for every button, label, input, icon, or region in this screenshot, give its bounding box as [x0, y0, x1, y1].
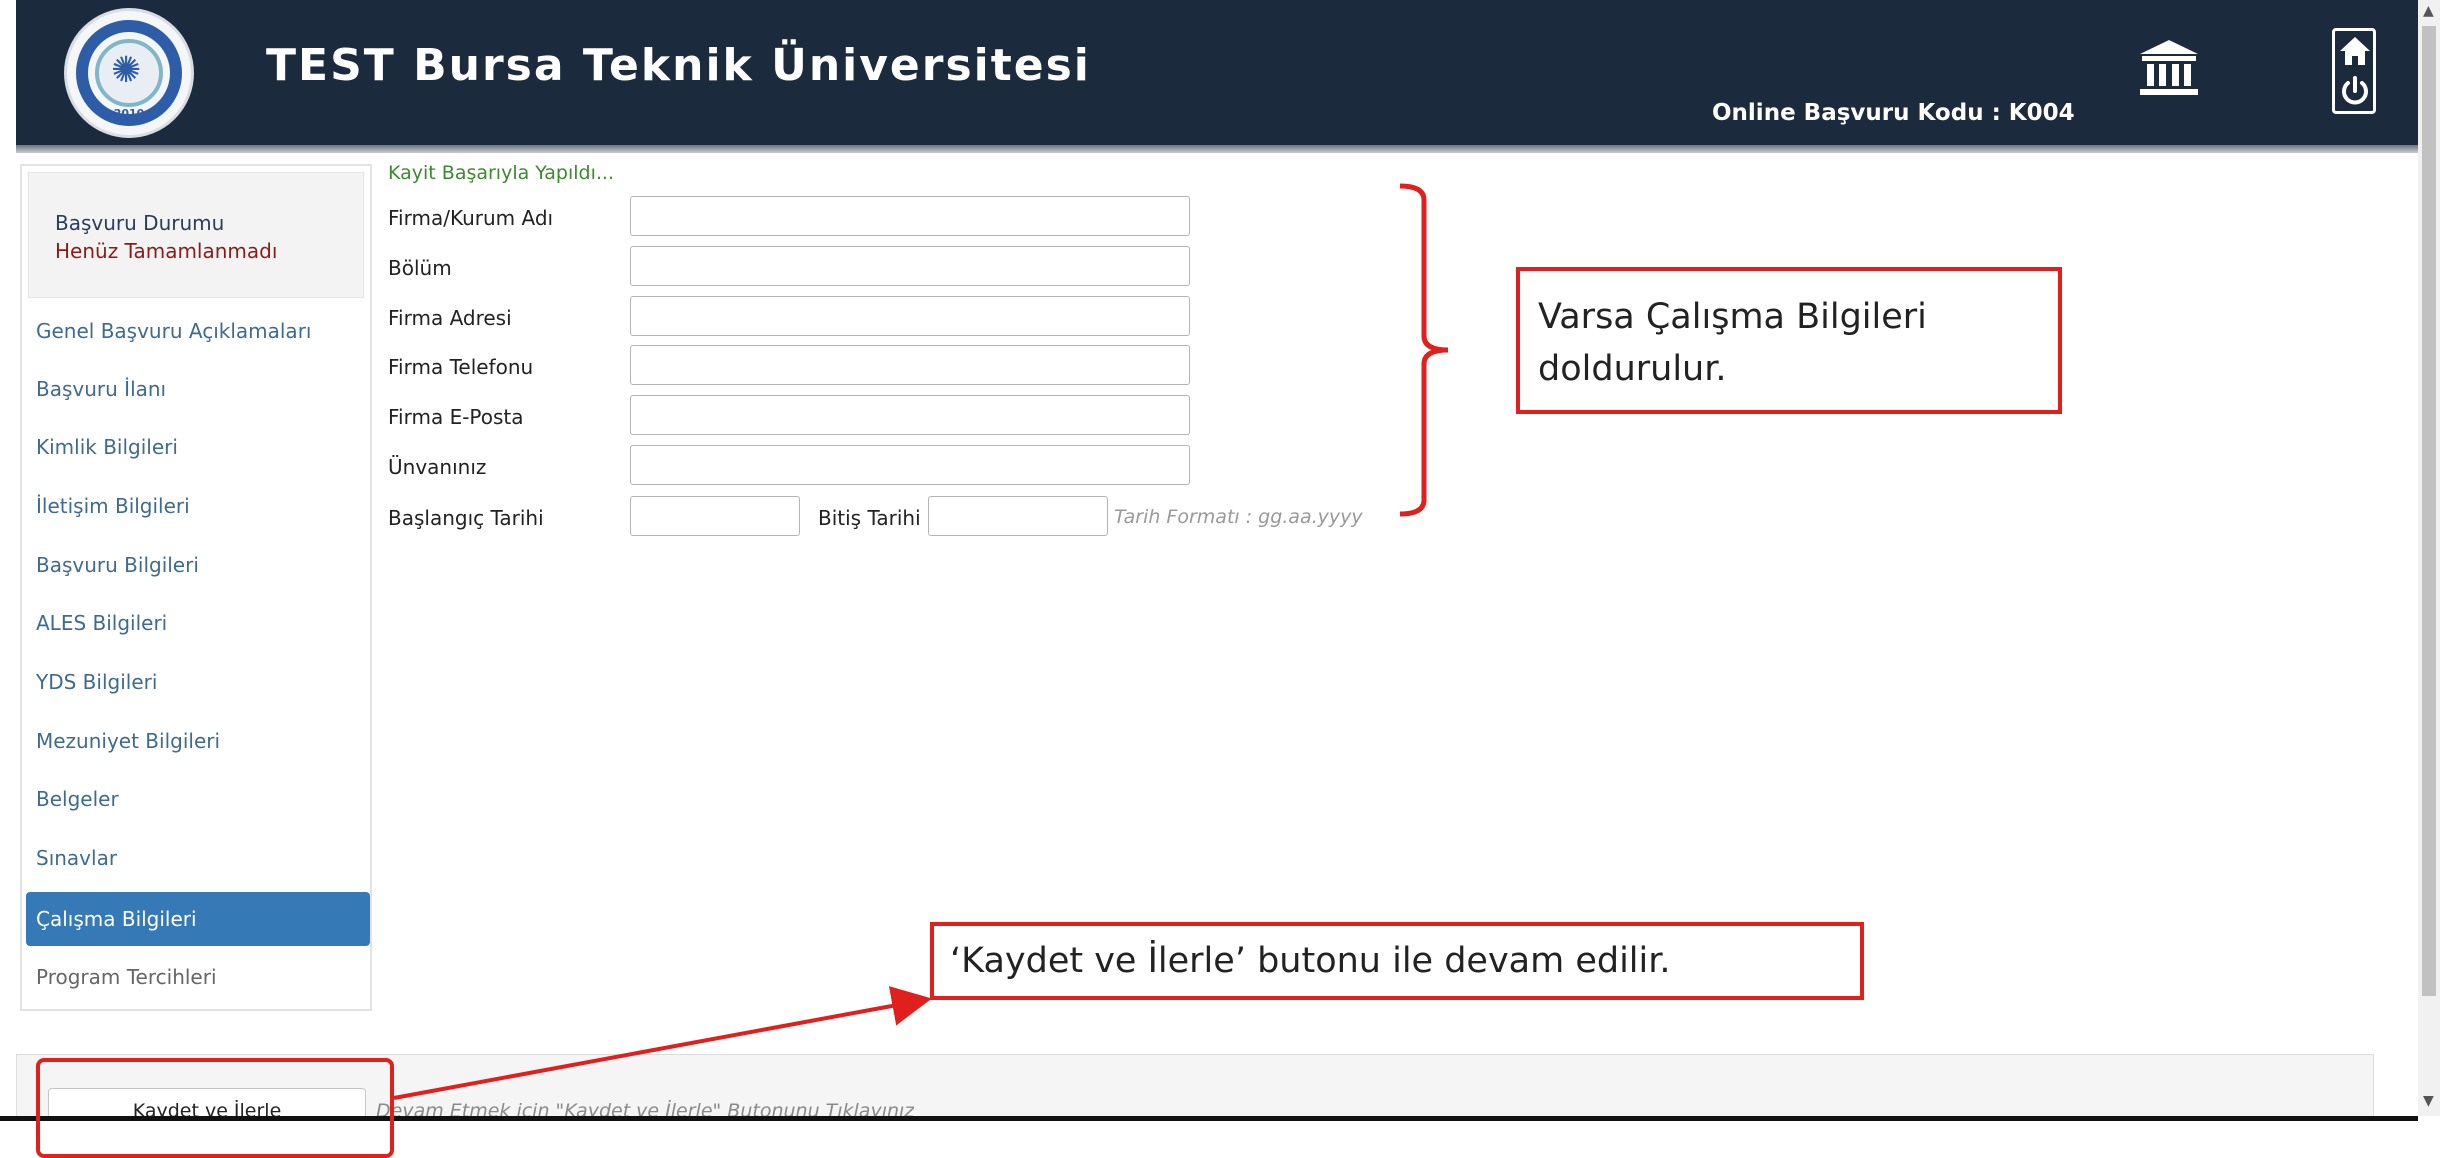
- home-icon[interactable]: [2339, 35, 2371, 67]
- work-info-callout: Varsa Çalışma Bilgileri doldurulur.: [1516, 267, 2062, 414]
- power-icon[interactable]: [2339, 75, 2371, 107]
- company-name-input[interactable]: [630, 196, 1190, 236]
- sidebar-item-yds[interactable]: YDS Bilgileri: [26, 655, 370, 709]
- sidebar: Başvuru Durumu Henüz Tamamlanmadı Genel …: [20, 164, 372, 1011]
- sidebar-item-application[interactable]: Başvuru Bilgileri: [26, 538, 370, 592]
- scrollbar-thumb[interactable]: [2422, 26, 2436, 996]
- end-date-label: Bitiş Tarihi: [818, 506, 921, 530]
- company-phone-input[interactable]: [630, 345, 1190, 385]
- company-address-input[interactable]: [630, 296, 1190, 336]
- sidebar-item-graduation[interactable]: Mezuniyet Bilgileri: [26, 714, 370, 768]
- company-name-label: Firma/Kurum Adı: [388, 206, 554, 230]
- footer-hint: Devam Etmek için "Kaydet ve İlerle" Buto…: [376, 1100, 915, 1116]
- sidebar-item-documents[interactable]: Belgeler: [26, 772, 370, 826]
- site-title: TEST Bursa Teknik Üniversitesi: [266, 40, 1091, 91]
- scroll-up-icon[interactable]: ▲: [2423, 4, 2434, 18]
- scroll-down-icon[interactable]: ▼: [2423, 1094, 2434, 1108]
- status-title: Başvuru Durumu: [55, 211, 225, 235]
- logo-year: 2010: [113, 107, 145, 120]
- start-date-label: Başlangıç Tarihi: [388, 506, 544, 530]
- company-phone-label: Firma Telefonu: [388, 355, 534, 379]
- job-title-label: Ünvanınız: [388, 455, 487, 479]
- company-email-input[interactable]: [630, 395, 1190, 435]
- home-power-panel: [2332, 28, 2376, 114]
- sidebar-item-program-preferences[interactable]: Program Tercihleri: [26, 950, 370, 1004]
- company-address-label: Firma Adresi: [388, 306, 512, 330]
- department-label: Bölüm: [388, 256, 452, 280]
- job-title-input[interactable]: [630, 445, 1190, 485]
- application-code: Online Başvuru Kodu : K004: [1712, 100, 2075, 126]
- logo-symbol: ✺: [111, 50, 142, 91]
- success-message: Kayit Başarıyla Yapıldı...: [388, 162, 615, 184]
- sidebar-item-ales[interactable]: ALES Bilgileri: [26, 596, 370, 650]
- end-date-input[interactable]: [928, 496, 1108, 536]
- application-status: Başvuru Durumu Henüz Tamamlanmadı: [28, 172, 364, 298]
- vertical-scrollbar[interactable]: ▲ ▼: [2418, 0, 2440, 1116]
- sidebar-item-identity[interactable]: Kimlik Bilgileri: [26, 420, 370, 474]
- university-icon[interactable]: [2138, 38, 2200, 100]
- save-note-callout: ‘Kaydet ve İlerle’ butonu ile devam edil…: [930, 922, 1864, 1000]
- status-value: Henüz Tamamlanmadı: [55, 239, 278, 263]
- start-date-input[interactable]: [630, 496, 800, 536]
- sidebar-item-work-info[interactable]: Çalışma Bilgileri: [26, 892, 370, 946]
- annotation-bracket: [1399, 183, 1449, 517]
- sidebar-item-contact[interactable]: İletişim Bilgileri: [26, 479, 370, 533]
- sidebar-item-announcement[interactable]: Başvuru İlanı: [26, 362, 370, 416]
- university-logo: ✺ 2010: [64, 8, 194, 138]
- header-divider: [16, 145, 2418, 153]
- save-button-highlight: [36, 1058, 394, 1158]
- sidebar-item-general-info[interactable]: Genel Başvuru Açıklamaları: [26, 304, 370, 358]
- sidebar-item-exams[interactable]: Sınavlar: [26, 831, 370, 885]
- date-format-hint: Tarih Formatı : gg.aa.yyyy: [1114, 506, 1363, 528]
- department-input[interactable]: [630, 246, 1190, 286]
- company-email-label: Firma E-Posta: [388, 405, 524, 429]
- top-header: ✺ 2010 TEST Bursa Teknik Üniversitesi On…: [16, 0, 2418, 145]
